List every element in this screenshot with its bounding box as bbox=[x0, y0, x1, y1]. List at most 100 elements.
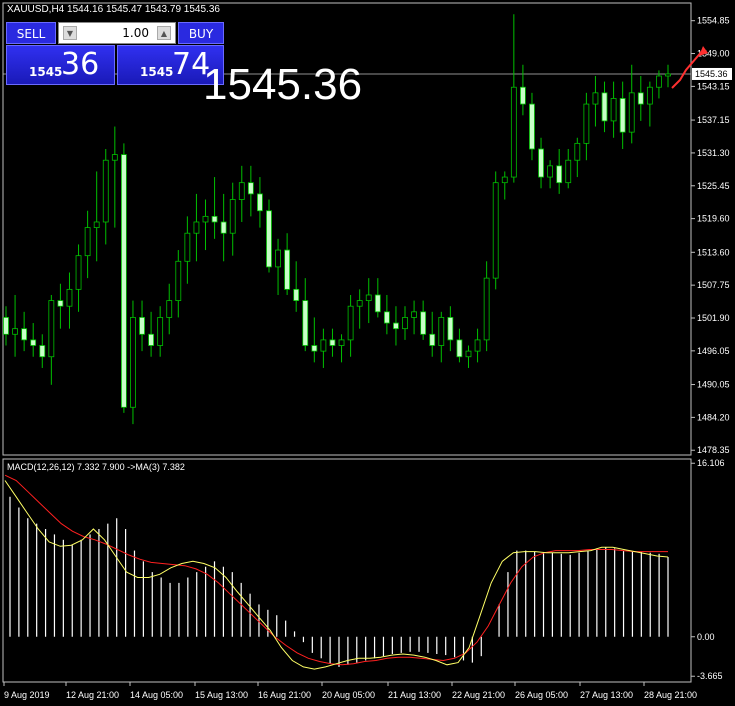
buy-button[interactable]: BUY bbox=[178, 22, 224, 44]
macd-signal-line bbox=[4, 480, 669, 670]
candle-body bbox=[102, 159, 109, 223]
macd-tick-label: 0.00 bbox=[697, 632, 715, 642]
price-tick-label: 1537.15 bbox=[697, 115, 730, 125]
candle-body bbox=[465, 350, 472, 358]
candle-body bbox=[547, 165, 554, 178]
sell-price-big: 36 bbox=[61, 47, 100, 82]
candle-body bbox=[30, 339, 37, 346]
sell-price-prefix: 1545 bbox=[29, 65, 63, 79]
candle-body bbox=[574, 142, 581, 161]
candle-body bbox=[411, 311, 417, 318]
candle-body bbox=[202, 215, 209, 223]
candle-body bbox=[510, 86, 517, 178]
candle-body bbox=[520, 86, 526, 105]
candle-body bbox=[447, 317, 454, 341]
candle-body bbox=[420, 311, 427, 335]
price-tick-label: 1543.15 bbox=[697, 81, 730, 91]
time-tick-label: 9 Aug 2019 bbox=[4, 690, 50, 700]
candle-body bbox=[619, 98, 626, 133]
candle-body bbox=[474, 339, 481, 352]
candle-body bbox=[3, 317, 9, 335]
time-tick-label: 26 Aug 05:00 bbox=[515, 690, 568, 700]
chart-canvas: 1554.851549.001543.151537.151531.301525.… bbox=[2, 2, 732, 700]
time-tick-label: 27 Aug 13:00 bbox=[580, 690, 633, 700]
candle-body bbox=[229, 199, 236, 234]
time-tick-label: 14 Aug 05:00 bbox=[130, 690, 183, 700]
candle-body bbox=[592, 92, 599, 105]
time-tick-label: 20 Aug 05:00 bbox=[322, 690, 375, 700]
lot-value[interactable]: 1.00 bbox=[87, 23, 149, 43]
candle-body bbox=[583, 103, 590, 144]
time-tick-label: 21 Aug 13:00 bbox=[388, 690, 441, 700]
candle-body bbox=[637, 92, 644, 105]
candle-body bbox=[538, 148, 544, 178]
candle-body bbox=[120, 154, 127, 408]
candle-body bbox=[293, 288, 300, 301]
candle-body bbox=[601, 92, 608, 122]
lot-decrease-icon[interactable]: ▼ bbox=[63, 26, 77, 40]
candle-body bbox=[347, 305, 354, 341]
candle-body bbox=[665, 73, 671, 77]
price-tick-label: 1531.30 bbox=[697, 148, 730, 158]
candle-body bbox=[84, 227, 91, 257]
candle-body bbox=[238, 182, 245, 200]
big-current-price: 1545.36 bbox=[203, 60, 363, 109]
candle-body bbox=[175, 260, 182, 301]
price-tick-label: 1496.05 bbox=[697, 346, 730, 356]
candle-body bbox=[529, 103, 535, 150]
sell-price-box[interactable]: 1545 36 bbox=[6, 45, 115, 85]
candle-body bbox=[148, 333, 154, 346]
candle-body bbox=[284, 249, 291, 290]
candle-body bbox=[193, 221, 200, 234]
price-tick-label: 1519.60 bbox=[697, 214, 730, 224]
macd-indicator-label: MACD(12,26,12) 7.332 7.900 ->MA(3) 7.382 bbox=[7, 462, 185, 472]
candle-body bbox=[483, 277, 490, 341]
candle-body bbox=[220, 221, 227, 234]
time-tick-label: 15 Aug 13:00 bbox=[195, 690, 248, 700]
candle-body bbox=[12, 328, 18, 335]
time-tick-label: 28 Aug 21:00 bbox=[644, 690, 697, 700]
price-tick-label: 1525.45 bbox=[697, 181, 730, 191]
candle-body bbox=[139, 317, 145, 335]
candle-body bbox=[556, 165, 563, 184]
candle-body bbox=[184, 232, 191, 262]
candle-body bbox=[157, 317, 164, 346]
candle-body bbox=[365, 294, 372, 301]
candle-body bbox=[75, 255, 82, 290]
candle-body bbox=[257, 193, 263, 212]
lot-increase-icon[interactable]: ▲ bbox=[157, 26, 171, 40]
candle-body bbox=[656, 75, 662, 88]
time-tick-label: 16 Aug 21:00 bbox=[258, 690, 311, 700]
candle-body bbox=[393, 322, 399, 330]
lot-size-field[interactable]: ▼ 1.00 ▲ bbox=[58, 22, 176, 44]
macd-ma-line bbox=[4, 474, 668, 666]
candle-body bbox=[383, 311, 390, 324]
price-tick-label: 1490.05 bbox=[697, 380, 730, 390]
current-price-tag-label: 1545.36 bbox=[695, 69, 728, 79]
candle-body bbox=[57, 300, 64, 307]
price-tick-label: 1513.60 bbox=[697, 247, 730, 257]
candle-body bbox=[329, 339, 336, 346]
candle-body bbox=[492, 182, 499, 279]
price-tick-label: 1501.90 bbox=[697, 313, 730, 323]
candle-body bbox=[247, 182, 254, 195]
time-tick-label: 12 Aug 21:00 bbox=[66, 690, 119, 700]
sell-button[interactable]: SELL bbox=[6, 22, 56, 44]
candle-body bbox=[302, 300, 309, 346]
candle-body bbox=[93, 221, 100, 228]
candle-body bbox=[429, 333, 436, 346]
candle-body bbox=[130, 317, 136, 408]
candle-body bbox=[266, 210, 272, 268]
price-tick-label: 1554.85 bbox=[697, 16, 730, 26]
candle-body bbox=[338, 339, 345, 346]
candle-body bbox=[111, 154, 118, 161]
candle-body bbox=[356, 300, 363, 307]
candle-body bbox=[402, 317, 408, 330]
candle-body bbox=[438, 317, 445, 346]
candle-body bbox=[311, 345, 318, 352]
macd-tick-label: 16.106 bbox=[697, 458, 725, 468]
candle-body bbox=[501, 176, 508, 184]
price-tick-label: 1484.20 bbox=[697, 412, 730, 422]
candle-body bbox=[275, 249, 281, 268]
time-tick-label: 22 Aug 21:00 bbox=[452, 690, 505, 700]
